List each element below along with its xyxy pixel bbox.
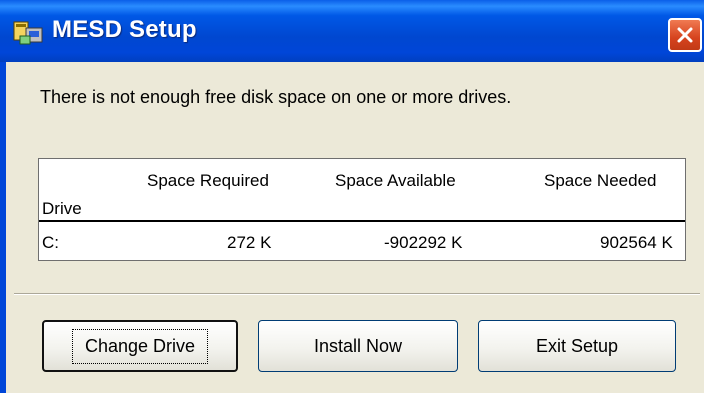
install-now-button[interactable]: Install Now xyxy=(258,320,458,372)
header-divider xyxy=(39,220,685,222)
disk-space-table: Drive Space Required Space Available Spa… xyxy=(38,158,686,261)
change-drive-button[interactable]: Change Drive xyxy=(42,320,238,372)
cell-space-required: 272 K xyxy=(227,233,272,252)
setup-icon xyxy=(13,21,43,45)
close-button[interactable] xyxy=(668,18,702,52)
exit-setup-button[interactable]: Exit Setup xyxy=(478,320,676,372)
column-header-space-available: Space Available xyxy=(335,171,456,190)
column-header-space-needed: Space Needed xyxy=(544,171,657,190)
cell-space-available: -902292 K xyxy=(384,233,463,252)
separator xyxy=(14,293,700,295)
window-frame xyxy=(0,62,6,393)
title-bar[interactable]: MESD Setup xyxy=(0,0,704,62)
change-drive-label: Change Drive xyxy=(71,328,209,364)
setup-dialog: MESD Setup There is not enough free disk… xyxy=(0,0,704,393)
column-header-space-required: Space Required xyxy=(147,171,269,190)
cell-space-needed: 902564 K xyxy=(600,233,673,252)
close-icon xyxy=(677,27,693,43)
message-text: There is not enough free disk space on o… xyxy=(40,87,512,107)
cell-drive: C: xyxy=(42,233,59,252)
window-title: MESD Setup xyxy=(52,16,197,43)
column-header-drive: Drive xyxy=(42,199,82,218)
